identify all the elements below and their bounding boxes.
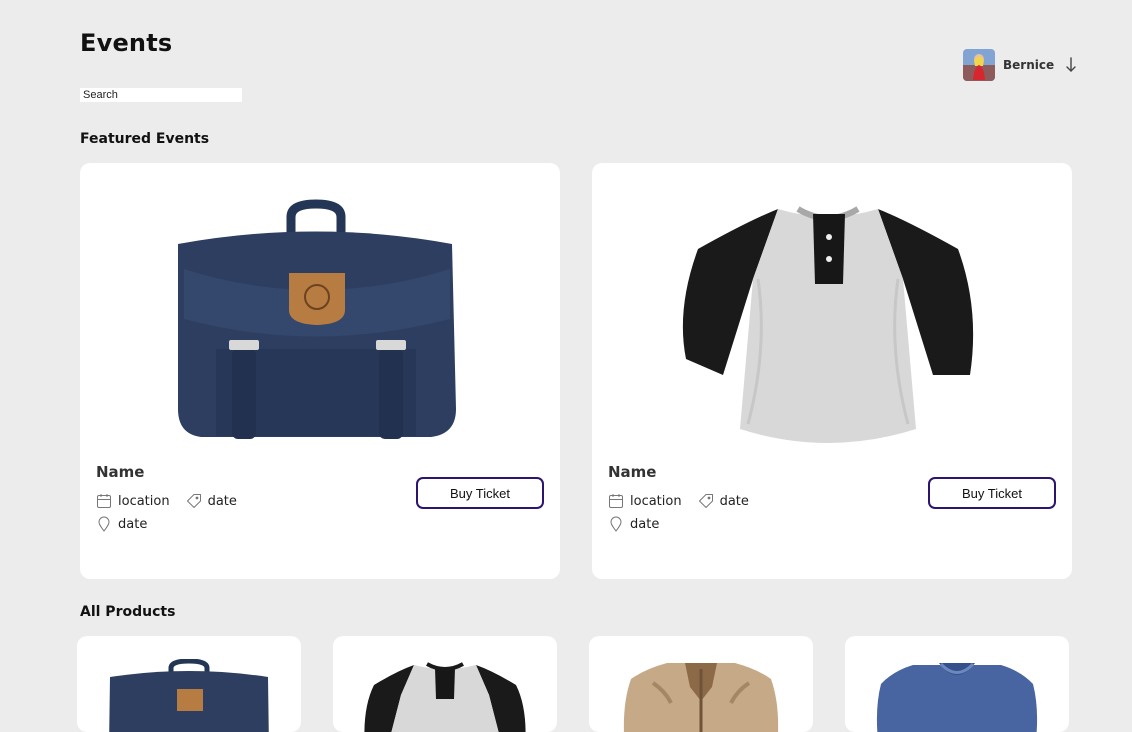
event-meta-row: date <box>608 516 659 532</box>
tag-icon <box>186 493 202 509</box>
location-pin-icon <box>608 516 624 532</box>
event-date: date <box>630 516 660 532</box>
event-meta-row: location date <box>96 493 237 509</box>
product-card[interactable] <box>845 636 1069 732</box>
event-location: location <box>630 493 682 509</box>
event-date: date <box>719 493 749 509</box>
event-meta-row: date <box>96 516 147 532</box>
featured-event-card[interactable]: Name location date date Buy Ticket <box>80 163 560 579</box>
page-title: Events <box>80 29 173 57</box>
event-name: Name <box>608 463 657 481</box>
avatar[interactable] <box>963 49 995 81</box>
arrow-down-icon[interactable] <box>1062 56 1080 74</box>
featured-events-heading: Featured Events <box>80 131 210 147</box>
product-card[interactable] <box>77 636 301 732</box>
user-menu[interactable]: Bernice <box>963 49 1078 81</box>
henley-shirt-image <box>359 659 531 732</box>
product-card[interactable] <box>333 636 557 732</box>
jacket-image <box>615 659 787 732</box>
calendar-icon <box>96 493 112 509</box>
calendar-icon <box>608 493 624 509</box>
featured-event-card[interactable]: Name location date date Buy Ticket <box>592 163 1072 579</box>
location-pin-icon <box>96 516 112 532</box>
all-products-heading: All Products <box>80 604 176 620</box>
tag-icon <box>698 493 714 509</box>
search-input[interactable] <box>80 88 242 102</box>
event-location: location <box>118 493 170 509</box>
product-card[interactable] <box>589 636 813 732</box>
event-name: Name <box>96 463 145 481</box>
buy-ticket-button[interactable]: Buy Ticket <box>928 477 1056 509</box>
buy-ticket-button[interactable]: Buy Ticket <box>416 477 544 509</box>
event-date: date <box>207 493 237 509</box>
blue-shirt-image <box>871 659 1043 732</box>
backpack-image <box>166 199 466 449</box>
event-date: date <box>118 516 148 532</box>
event-meta-row: location date <box>608 493 749 509</box>
backpack-image <box>103 659 275 732</box>
user-name: Bernice <box>1003 58 1055 72</box>
henley-shirt-image <box>678 199 978 449</box>
